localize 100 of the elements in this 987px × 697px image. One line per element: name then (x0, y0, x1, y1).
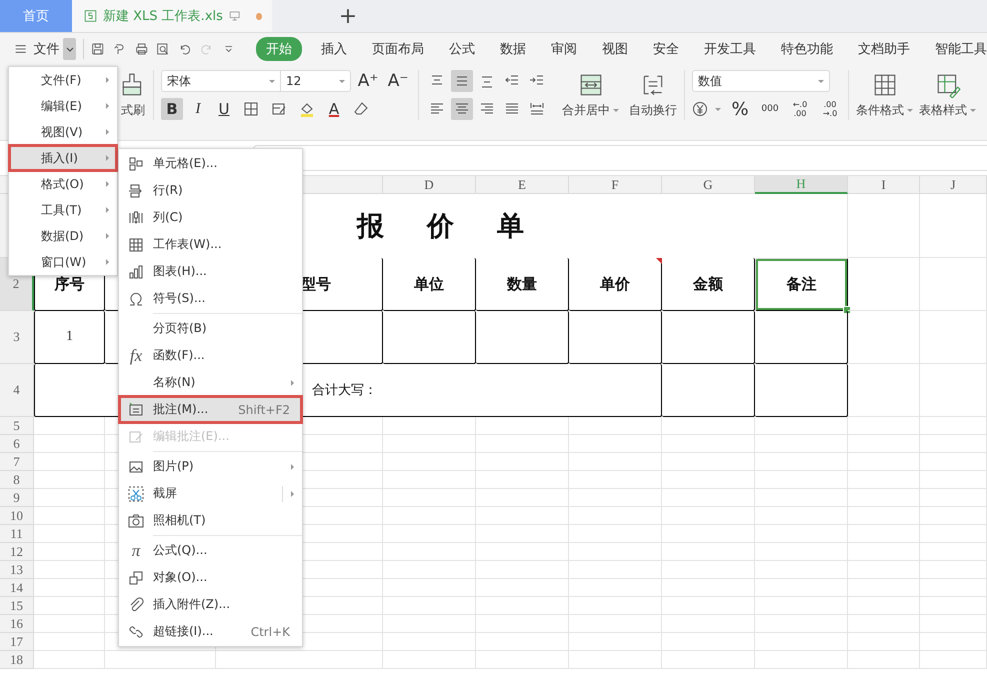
font-style-button[interactable]: I (187, 98, 209, 120)
menu-item[interactable]: 截屏 (119, 480, 302, 507)
menu-item[interactable]: 名称(N) (119, 369, 302, 396)
font-name-select[interactable]: 宋体 (161, 70, 281, 92)
menu-item[interactable]: 编辑(E) (9, 93, 117, 119)
shrink-font-button[interactable]: A⁻ (385, 70, 411, 92)
font-style-button[interactable]: B (161, 98, 183, 120)
file-menu-label[interactable]: 文件 (33, 40, 60, 58)
sheet-icon (128, 236, 144, 252)
table-style-button[interactable]: 表格样式 (919, 72, 976, 118)
ribbon-tab[interactable]: 审阅 (551, 40, 578, 58)
row-header[interactable]: 3 (0, 311, 34, 364)
print-preview-icon[interactable] (156, 41, 170, 57)
monitor-icon (228, 9, 240, 23)
menu-item[interactable]: 超链接(I)... Ctrl+K (119, 618, 302, 645)
menu-item[interactable]: 批注(M)... Shift+F2 (119, 396, 302, 423)
menu-item[interactable]: 照相机(T) (119, 507, 302, 534)
eraser-icon[interactable] (353, 101, 369, 117)
row-header[interactable]: 10 (0, 507, 34, 525)
ribbon-tab[interactable]: 数据 (500, 40, 526, 58)
menu-item[interactable]: 工作表(W)... (119, 231, 302, 258)
number-format-select[interactable]: 数值 (692, 70, 830, 92)
menu-item[interactable]: 文件(F) (9, 67, 117, 93)
menu-item[interactable]: 分页符(B) (119, 315, 302, 342)
font-color-button[interactable]: A (323, 98, 345, 120)
font-style-button[interactable]: U (213, 98, 235, 120)
ribbon-tab[interactable]: 公式 (449, 40, 476, 58)
column-header[interactable]: J (920, 176, 987, 194)
column-header[interactable]: I (848, 176, 920, 194)
decimal-button[interactable]: .00 →.0 (819, 98, 841, 120)
currency-icon[interactable] (692, 101, 708, 117)
wrap-text-button[interactable]: 自动换行 (629, 72, 677, 118)
table-cell (848, 543, 920, 561)
grow-font-button[interactable]: A⁺ (355, 70, 381, 92)
menu-item[interactable]: 单元格(E)... (119, 150, 302, 177)
row-header[interactable]: 11 (0, 525, 34, 543)
menu-item[interactable]: 列(C) (119, 204, 302, 231)
column-header[interactable]: F (569, 176, 662, 194)
table-cell (848, 651, 920, 669)
table-cell (848, 258, 920, 311)
fill-handle[interactable] (843, 306, 851, 314)
alignment-button[interactable] (451, 98, 473, 120)
menu-item[interactable]: 格式(O) (9, 171, 117, 197)
ribbon-tab[interactable]: 文档助手 (858, 40, 910, 58)
cells-icon (128, 156, 144, 172)
ribbon-tab[interactable]: 智能工具 (935, 40, 987, 58)
fill-color-icon[interactable] (299, 101, 315, 117)
ribbon-tab[interactable]: 插入 (321, 40, 348, 58)
row-header[interactable]: 7 (0, 453, 34, 471)
decimal-button[interactable]: ←.0 .00 (789, 98, 811, 120)
row-header[interactable]: 8 (0, 471, 34, 489)
object-icon (128, 570, 144, 586)
row-header[interactable]: 5 (0, 417, 34, 435)
row-header[interactable]: 17 (0, 633, 34, 651)
format-painter-button[interactable]: 式刷 (120, 72, 146, 118)
document-tab-title: 新建 XLS 工作表.xls (103, 8, 223, 25)
menu-item[interactable]: 视图(V) (9, 119, 117, 145)
table-cell (848, 489, 920, 507)
font-size-select[interactable]: 12 (281, 70, 351, 92)
row-header[interactable]: 4 (0, 364, 34, 417)
menu-item[interactable]: 图片(P) (119, 453, 302, 480)
alignment-button[interactable] (451, 70, 473, 92)
row-header[interactable]: 16 (0, 615, 34, 633)
row-header[interactable]: 15 (0, 597, 34, 615)
row-header[interactable]: 18 (0, 651, 34, 669)
row-header[interactable]: 14 (0, 579, 34, 597)
thousands-button[interactable]: 000 (759, 98, 781, 120)
new-tab-button[interactable]: + (338, 0, 358, 32)
row-header[interactable]: 13 (0, 561, 34, 579)
table-cell (920, 194, 987, 258)
print-icon[interactable] (134, 41, 148, 57)
menu-item[interactable]: π 公式(Q)... (119, 537, 302, 564)
percent-button[interactable]: % (729, 98, 751, 120)
table-cell (848, 435, 920, 453)
ribbon-tab[interactable]: 视图 (602, 40, 628, 58)
save-icon[interactable] (90, 41, 104, 57)
ribbon-tab[interactable]: 页面布局 (372, 40, 424, 58)
ribbon-tab[interactable]: 开发工具 (704, 40, 756, 58)
table-cell (848, 453, 920, 471)
row-header[interactable]: 12 (0, 543, 34, 561)
menu-item[interactable]: 对象(O)... (119, 564, 302, 591)
row-header[interactable]: 6 (0, 435, 34, 453)
borders-icon[interactable] (243, 101, 259, 117)
align-lines-icon (529, 101, 545, 117)
menu-item[interactable]: 插入附件(Z)... (119, 591, 302, 618)
menu-item[interactable]: 插入(I) (9, 145, 117, 171)
table-icon (872, 72, 898, 98)
formula-field[interactable] (253, 145, 987, 171)
column-header[interactable]: E (476, 176, 569, 194)
row-header[interactable]: 9 (0, 489, 34, 507)
spreadsheet-file-icon (84, 8, 98, 24)
conditional-format-button[interactable]: 条件格式 (856, 72, 913, 118)
cell-style-icon[interactable] (271, 101, 287, 117)
column-title-cell: 单价 (569, 258, 662, 311)
ribbon-tab[interactable]: 特色功能 (781, 40, 834, 58)
merge-center-button[interactable]: 合并居中 (562, 72, 619, 118)
column-header[interactable]: G (662, 176, 755, 194)
column-header[interactable]: D (383, 176, 476, 194)
ribbon-tab[interactable]: 安全 (653, 40, 680, 58)
file-menu-dropdown-button[interactable] (63, 38, 76, 60)
